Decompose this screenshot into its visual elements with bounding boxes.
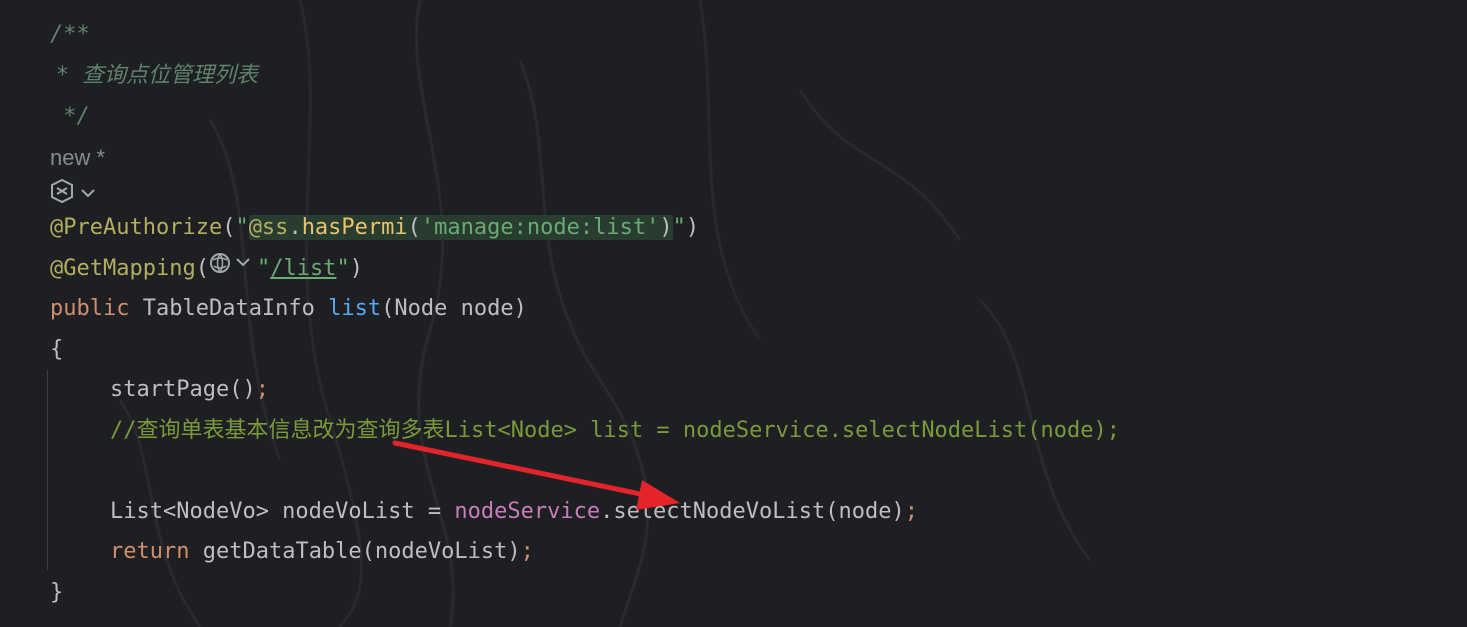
field-nodeservice[interactable]: nodeService	[454, 499, 600, 524]
keyword-public: public	[50, 296, 130, 321]
return-statement: return getDataTable(nodeVoList);	[110, 532, 534, 572]
preauthorize-annotation-line: @PreAuthorize("@ss.hasPermi('manage:node…	[50, 208, 699, 248]
open-brace: {	[50, 337, 64, 362]
string-quote-open: "	[235, 215, 249, 240]
return-type: TableDataInfo	[129, 296, 329, 321]
semicolon: ;	[904, 499, 918, 524]
spel-method-haspermi: hasPermi	[301, 215, 408, 240]
method-signature-line: public TableDataInfo list(Node node)	[50, 289, 527, 329]
paren-open: (	[195, 256, 209, 281]
paren-close: )	[349, 256, 363, 281]
method-params: (Node node)	[381, 296, 527, 321]
spel-permission-string: 'manage:node:list'	[420, 215, 660, 240]
annotation-preauthorize: @PreAuthorize	[50, 215, 223, 240]
getdatatable-call[interactable]: getDataTable(nodeVoList)	[189, 539, 521, 564]
ai-actions-row[interactable]	[48, 178, 96, 208]
code-editor[interactable]: /** * 查询点位管理列表 */ new * @PreAuthorize("@…	[0, 0, 1467, 627]
spel-paren-open: (	[407, 215, 421, 240]
indent-guide	[47, 370, 48, 570]
keyword-return: return	[110, 539, 190, 564]
paren-open: (	[222, 215, 236, 240]
doc-comment-open: /**	[50, 22, 90, 47]
string-quote-close: "	[336, 256, 350, 281]
line-comment: //查询单表基本信息改为查询多表List<Node> list = nodeSe…	[110, 418, 1120, 443]
globe-icon[interactable]	[209, 249, 257, 289]
nodevo-declaration: List<NodeVo> nodeVoList =	[110, 499, 455, 524]
doc-comment-close: */	[50, 104, 90, 129]
startpage-statement: startPage();	[110, 370, 269, 410]
semicolon: ;	[255, 377, 269, 402]
spel-dot: .	[288, 215, 302, 240]
annotation-getmapping: @GetMapping	[50, 256, 196, 281]
close-brace: }	[50, 580, 64, 605]
endpoint-path-link[interactable]: /list	[270, 256, 336, 281]
spel-at-ss: @ss	[248, 215, 289, 240]
startpage-call[interactable]: startPage()	[110, 377, 256, 402]
doc-comment-text: * 查询点位管理列表	[50, 63, 258, 88]
string-quote-open: "	[256, 256, 271, 281]
chevron-down-icon[interactable]	[80, 184, 96, 203]
method-name-list[interactable]: list	[328, 296, 381, 321]
semicolon: ;	[520, 539, 534, 564]
author-inlay-hint[interactable]: new *	[50, 138, 105, 178]
selectnodevolist-call[interactable]: .selectNodeVoList(node)	[600, 499, 905, 524]
spel-expression: @ss.hasPermi('manage:node:list')	[248, 215, 673, 240]
spel-paren-close: )	[659, 215, 673, 240]
nodevo-list-statement: List<NodeVo> nodeVoList = nodeService.se…	[110, 492, 918, 532]
paren-close: )	[685, 215, 700, 240]
getmapping-annotation-line: @GetMapping( "/list")	[50, 249, 363, 289]
ai-assistant-icon[interactable]	[48, 178, 76, 208]
string-quote-close: "	[672, 215, 686, 240]
doc-comment-body: * 查询点位管理列表	[50, 56, 258, 96]
